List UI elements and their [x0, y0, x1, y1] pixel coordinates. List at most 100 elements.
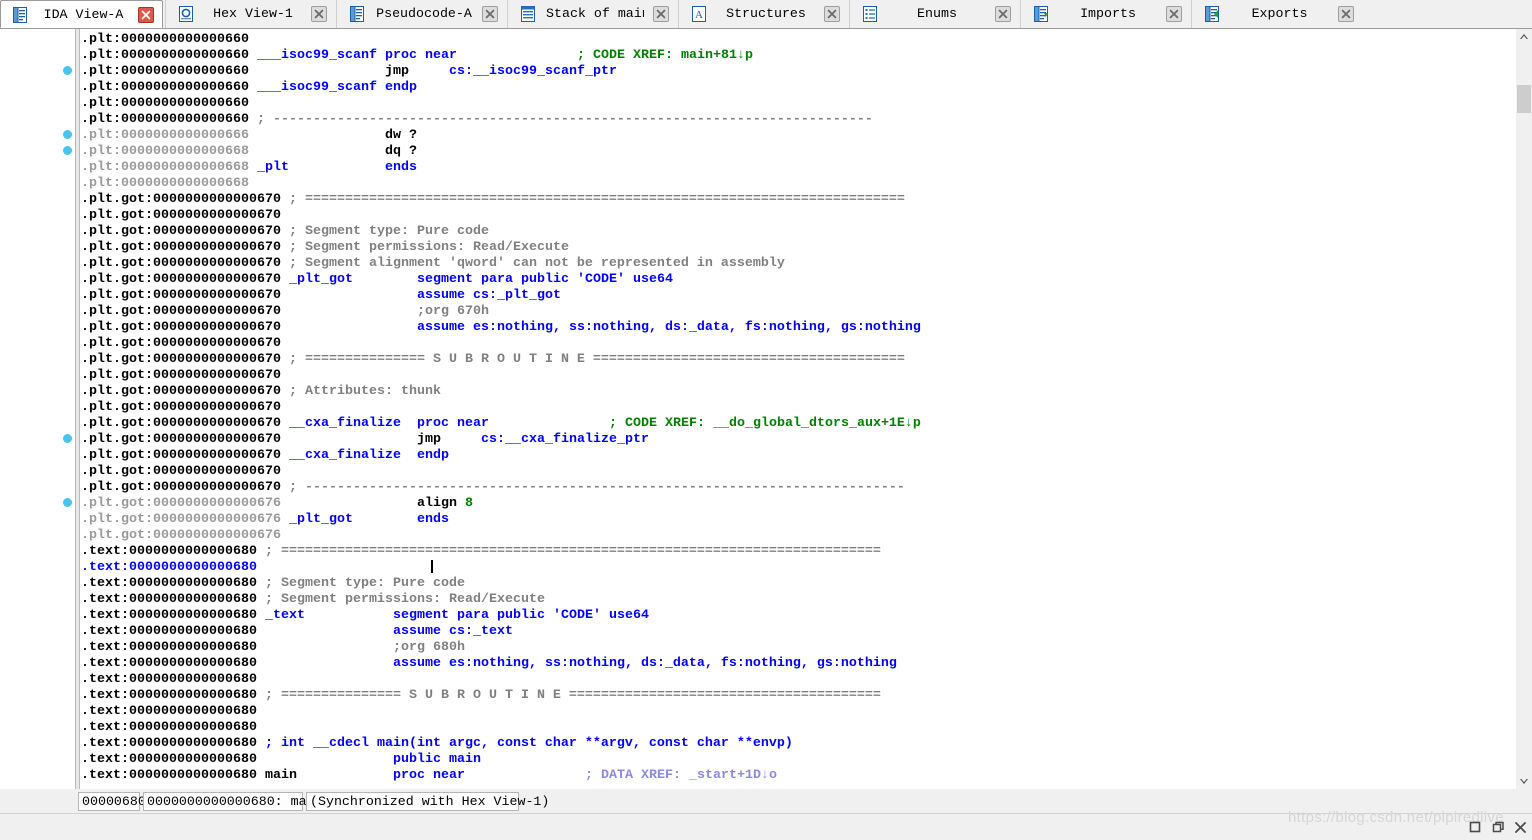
disassembly-line[interactable]: .plt.got:0000000000000670 __cxa_finalize e… [81, 448, 1514, 464]
disassembly-listing[interactable]: .plt:0000000000000660 .plt:00000000000006… [81, 32, 1514, 789]
tab-ida-view-a[interactable]: IDA View-A [0, 0, 163, 28]
tab-bar: IDA View-A Hex View-1 Pseudocode-A Stack of… [0, 0, 1532, 29]
disassembly-line[interactable]: .plt.got:0000000000000670 ; Segment align… [81, 256, 1514, 272]
tab-stack-of-main[interactable]: Stack of main [507, 0, 678, 28]
structures-icon: A [692, 6, 706, 22]
line-token: ; Segment type: Pure code [289, 224, 489, 239]
line-token: align [417, 496, 457, 511]
disassembly-line[interactable]: .plt.got:0000000000000676 [81, 528, 1514, 544]
disassembly-line[interactable]: .plt.got:0000000000000676 align 8 [81, 496, 1514, 512]
disassembly-line[interactable]: .text:0000000000000680 [81, 560, 1514, 576]
disassembly-line[interactable]: .plt.got:0000000000000670 ; Attributes: t… [81, 384, 1514, 400]
disassembly-line[interactable]: .plt.got:0000000000000670 ; Segment type:… [81, 224, 1514, 240]
disassembly-line[interactable]: .text:0000000000000680 assume es:nothing,… [81, 656, 1514, 672]
disassembly-line[interactable]: .text:0000000000000680 _text segment para … [81, 608, 1514, 624]
disassembly-line[interactable]: .plt.got:0000000000000670 assume cs:_plt_… [81, 288, 1514, 304]
disassembly-line[interactable]: .plt.got:0000000000000670 assume es:nothi… [81, 320, 1514, 336]
maximize-window-button[interactable] [1467, 820, 1483, 834]
tab-close-button[interactable] [995, 6, 1011, 22]
disassembly-line[interactable]: .text:0000000000000680 [81, 672, 1514, 688]
disassembly-line[interactable]: .text:0000000000000680 ; int __cdecl main… [81, 736, 1514, 752]
disassembly-line[interactable]: .text:0000000000000680 [81, 704, 1514, 720]
exports-icon [1203, 5, 1221, 23]
disassembly-line[interactable]: .plt:0000000000000668 [81, 176, 1514, 192]
disassembly-line[interactable]: .text:0000000000000680 main proc near ; DAT… [81, 768, 1514, 784]
disassembly-line[interactable]: .plt:0000000000000660 jmp cs:__isoc99_scan… [81, 64, 1514, 80]
tab-close-button[interactable] [1166, 6, 1182, 22]
disassembly-line[interactable]: .plt.got:0000000000000670 ; =============… [81, 192, 1514, 208]
line-address: .plt.got:0000000000000670 [81, 448, 281, 463]
tab-close-button[interactable] [311, 6, 327, 22]
hex-view-icon [179, 6, 193, 22]
scrollbar-thumb[interactable] [1517, 85, 1531, 113]
hex-view-icon [177, 5, 195, 23]
line-token: __cxa_finalize [289, 416, 401, 431]
disassembly-line[interactable]: .text:0000000000000680 ; Segment permissi… [81, 592, 1514, 608]
disassembly-line[interactable]: .plt:0000000000000660 ___isoc99_scanf endp [81, 80, 1514, 96]
disassembly-view[interactable]: .plt:0000000000000660 .plt:00000000000006… [0, 29, 1532, 789]
disassembly-line[interactable]: .plt.got:0000000000000670 ; -------------… [81, 480, 1514, 496]
tab-close-button[interactable] [1338, 6, 1354, 22]
disassembly-line[interactable]: .plt.got:0000000000000670 [81, 208, 1514, 224]
disassembly-line[interactable]: .plt.got:0000000000000670 [81, 464, 1514, 480]
svg-text:A: A [695, 9, 703, 21]
line-address: .plt:0000000000000660 [81, 80, 249, 95]
disassembly-line[interactable]: .plt:0000000000000668 _plt ends [81, 160, 1514, 176]
disassembly-line[interactable]: .plt:0000000000000660 ; -----------------… [81, 112, 1514, 128]
disassembly-line[interactable]: .text:0000000000000680 ; ================… [81, 544, 1514, 560]
disassembly-line[interactable]: .plt.got:0000000000000676 _plt_got ends [81, 512, 1514, 528]
disassembly-line[interactable]: .plt.got:0000000000000670 _plt_got segment… [81, 272, 1514, 288]
tab-close-button[interactable] [653, 6, 669, 22]
restore-window-button[interactable] [1491, 820, 1507, 834]
line-token: _plt_got [289, 272, 353, 287]
xref-marker-dot[interactable] [63, 498, 72, 507]
tab-exports[interactable]: Exports [1191, 0, 1363, 28]
xref-marker-dot[interactable] [63, 146, 72, 155]
disassembly-line[interactable]: .plt.got:0000000000000670 [81, 336, 1514, 352]
line-address: .text:0000000000000680 [81, 608, 257, 623]
line-token: assume cs:_plt_got [417, 288, 561, 303]
disassembly-line[interactable]: .plt.got:0000000000000670 jmp cs:__cxa_fin… [81, 432, 1514, 448]
disassembly-line[interactable]: .plt.got:0000000000000670 ; Segment permi… [81, 240, 1514, 256]
disassembly-line[interactable]: .plt:0000000000000668 dq ? [81, 144, 1514, 160]
close-icon [141, 10, 151, 20]
close-window-button[interactable] [1513, 820, 1529, 834]
disassembly-line[interactable]: .plt:0000000000000660 [81, 96, 1514, 112]
line-token: _text [265, 608, 305, 623]
disassembly-line[interactable]: .text:0000000000000680 assume cs:_text [81, 624, 1514, 640]
scroll-down-button[interactable] [1516, 773, 1532, 789]
disassembly-line[interactable]: .plt:0000000000000666 dw ? [81, 128, 1514, 144]
line-token: ; DATA XREF: _start+1D↓o [585, 768, 777, 783]
imports-icon [1034, 6, 1048, 22]
disassembly-line[interactable]: .plt.got:0000000000000670 [81, 400, 1514, 416]
disassembly-line[interactable]: .plt:0000000000000660 [81, 32, 1514, 48]
close-icon [656, 9, 666, 19]
tab-imports[interactable]: Imports [1020, 0, 1191, 28]
tab-close-button[interactable] [824, 6, 840, 22]
disassembly-line[interactable]: .text:0000000000000680 [81, 720, 1514, 736]
tab-close-button[interactable] [482, 6, 498, 22]
line-address: .plt.got:0000000000000670 [81, 208, 281, 223]
line-address: .plt:0000000000000668 [81, 160, 249, 175]
tab-pseudocode-a[interactable]: Pseudocode-A [336, 0, 507, 28]
disassembly-line[interactable]: .plt.got:0000000000000670 ; =============… [81, 352, 1514, 368]
vertical-scrollbar[interactable] [1515, 29, 1532, 789]
disassembly-line[interactable]: .plt.got:0000000000000670 __cxa_finalize p… [81, 416, 1514, 432]
tab-structures[interactable]: A Structures [678, 0, 849, 28]
tab-enums[interactable]: Enums [849, 0, 1020, 28]
xref-marker-dot[interactable] [63, 434, 72, 443]
gutter-divider [75, 29, 80, 789]
disassembly-line[interactable]: .plt.got:0000000000000670 [81, 368, 1514, 384]
disassembly-line[interactable]: .text:0000000000000680 ; =============== … [81, 688, 1514, 704]
disassembly-line[interactable]: .text:0000000000000680 ;org 680h [81, 640, 1514, 656]
scroll-up-button[interactable] [1516, 29, 1532, 45]
line-token: assume es:nothing, ss:nothing, ds:_data,… [393, 656, 897, 671]
disassembly-line[interactable]: .text:0000000000000680 public main [81, 752, 1514, 768]
xref-marker-dot[interactable] [63, 130, 72, 139]
xref-marker-dot[interactable] [63, 66, 72, 75]
disassembly-line[interactable]: .plt:0000000000000660 ___isoc99_scanf proc… [81, 48, 1514, 64]
tab-close-button[interactable] [138, 7, 154, 23]
disassembly-line[interactable]: .plt.got:0000000000000670 ;org 670h [81, 304, 1514, 320]
disassembly-line[interactable]: .text:0000000000000680 ; Segment type: Pu… [81, 576, 1514, 592]
tab-hex-view-1[interactable]: Hex View-1 [165, 0, 336, 28]
